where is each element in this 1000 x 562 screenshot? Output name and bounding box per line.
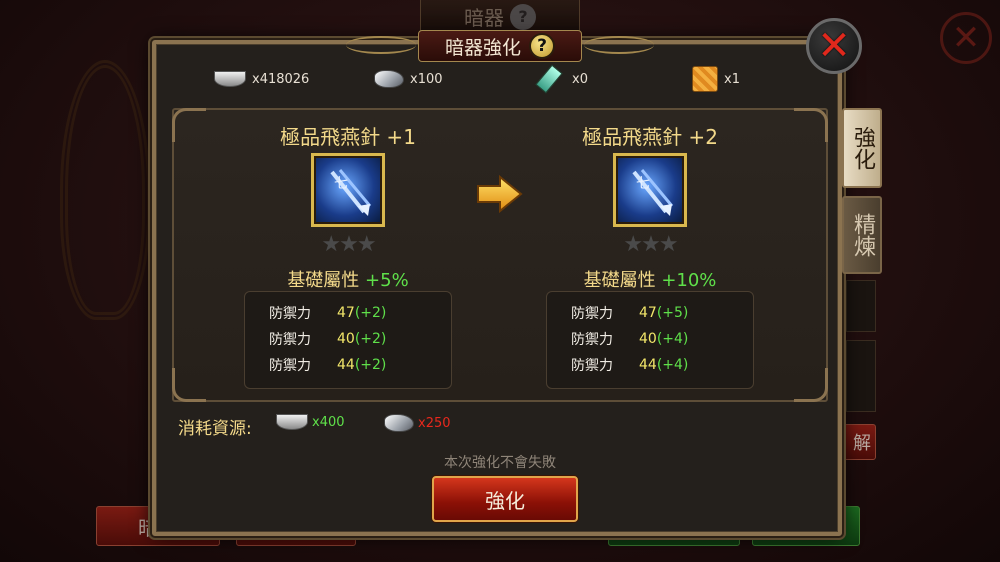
- background-side-button-label: 解: [853, 433, 871, 454]
- next-item-column: 極品飛燕針 +2 七 ★★★ 基礎屬性 +10% 防禦力 47 (+5) 防禦力…: [500, 108, 800, 398]
- stat-bonus: (+5): [656, 305, 689, 321]
- stat-bonus: (+2): [354, 331, 387, 347]
- resource-ore-count: x100: [410, 71, 443, 87]
- dialog-title-text: 暗器強化: [444, 36, 521, 59]
- cost-silver-amount: x400: [312, 414, 345, 430]
- tab-enhance[interactable]: 強化: [842, 108, 882, 188]
- needle-icon: 七: [330, 169, 372, 216]
- resource-box: x1: [692, 66, 740, 92]
- current-base-attribute: 基礎屬性 +5%: [198, 266, 498, 292]
- stat-label: 防禦力: [571, 332, 613, 348]
- background-help-icon: ?: [510, 3, 536, 30]
- current-base-label: 基礎屬性: [287, 270, 360, 291]
- stat-row: 防禦力 40 (+4): [571, 326, 753, 352]
- ore-icon: [384, 414, 414, 432]
- resource-gem: x0: [535, 64, 588, 94]
- stat-row: 防禦力 47 (+5): [571, 300, 753, 326]
- stat-label: 防禦力: [571, 306, 613, 322]
- stat-label: 防禦力: [269, 332, 311, 348]
- treasure-box-icon: [692, 66, 718, 92]
- success-note: 本次強化不會失敗: [444, 455, 556, 471]
- stat-value: 47: [639, 305, 657, 321]
- stat-bonus: (+4): [656, 357, 689, 373]
- stat-row: 防禦力 40 (+2): [269, 326, 451, 352]
- stat-row: 防禦力 47 (+2): [269, 300, 451, 326]
- ore-icon: [374, 70, 404, 88]
- svg-text:七: 七: [334, 176, 348, 192]
- current-item-name: 極品飛燕針 +1: [280, 125, 416, 149]
- current-item-column: 極品飛燕針 +1 七 ★★★ 基礎屬性 +5% 防禦力 47 (+2) 防禦力 …: [198, 108, 498, 398]
- stat-value: 44: [639, 357, 657, 373]
- cost-ore-amount: x250: [418, 415, 451, 431]
- title-ornament-left: [346, 36, 416, 54]
- next-stats-box: 防禦力 47 (+5) 防禦力 40 (+4) 防禦力 44 (+4): [546, 291, 754, 389]
- current-star-rating: ★★★: [321, 232, 376, 257]
- title-ornament-right: [584, 36, 654, 54]
- stat-value: 47: [337, 305, 355, 321]
- resource-gem-count: x0: [572, 71, 588, 87]
- tab-refine-label: 精煉: [850, 213, 875, 257]
- next-item-icon[interactable]: 七: [613, 153, 687, 227]
- resource-silver-count: x418026: [252, 71, 310, 87]
- resource-box-count: x1: [724, 71, 740, 87]
- tab-enhance-label: 強化: [850, 126, 875, 170]
- silver-ingot-icon: [214, 71, 246, 87]
- next-item-name: 極品飛燕針 +2: [582, 125, 718, 149]
- svg-text:七: 七: [636, 176, 650, 192]
- background-close-icon: ✕: [940, 12, 992, 64]
- enhance-button[interactable]: 強化: [432, 476, 578, 522]
- cost-silver: x400: [276, 414, 345, 430]
- stat-bonus: (+4): [656, 331, 689, 347]
- background-slot: [846, 340, 876, 412]
- current-stats-box: 防禦力 47 (+2) 防禦力 40 (+2) 防禦力 44 (+2): [244, 291, 452, 389]
- stat-label: 防禦力: [269, 358, 311, 374]
- enhance-button-label: 強化: [485, 488, 525, 513]
- stat-value: 40: [639, 331, 657, 347]
- stat-bonus: (+2): [354, 305, 387, 321]
- stat-bonus: (+2): [354, 357, 387, 373]
- resource-ore: x100: [374, 66, 443, 92]
- next-star-rating: ★★★: [623, 232, 678, 257]
- current-base-bonus: +5%: [365, 270, 409, 291]
- resource-silver: x418026: [214, 66, 309, 92]
- next-base-bonus: +10%: [661, 270, 717, 291]
- close-button[interactable]: ✕: [806, 18, 862, 74]
- silver-ingot-icon: [276, 414, 308, 430]
- help-icon[interactable]: ?: [529, 33, 555, 59]
- background-side-button: 解: [836, 424, 876, 460]
- close-icon: ✕: [817, 23, 851, 69]
- next-base-label: 基礎屬性: [583, 270, 656, 291]
- background-slot: [846, 280, 876, 332]
- stat-value: 44: [337, 357, 355, 373]
- stat-row: 防禦力 44 (+4): [571, 352, 753, 378]
- cost-ore: x250: [384, 414, 451, 432]
- stat-label: 防禦力: [269, 306, 311, 322]
- current-item-icon[interactable]: 七: [311, 153, 385, 227]
- stat-row: 防禦力 44 (+2): [269, 352, 451, 378]
- background-title-text: 暗器: [464, 6, 504, 30]
- background-title: 暗器 ?: [420, 0, 580, 34]
- cost-label: 消耗資源:: [178, 419, 252, 439]
- next-base-attribute: 基礎屬性 +10%: [500, 266, 800, 292]
- stat-value: 40: [337, 331, 355, 347]
- stat-label: 防禦力: [571, 358, 613, 374]
- needle-icon: 七: [632, 169, 674, 216]
- dialog-title: 暗器強化 ?: [418, 30, 582, 62]
- tab-refine[interactable]: 精煉: [842, 196, 882, 274]
- background-ornament: [60, 60, 150, 320]
